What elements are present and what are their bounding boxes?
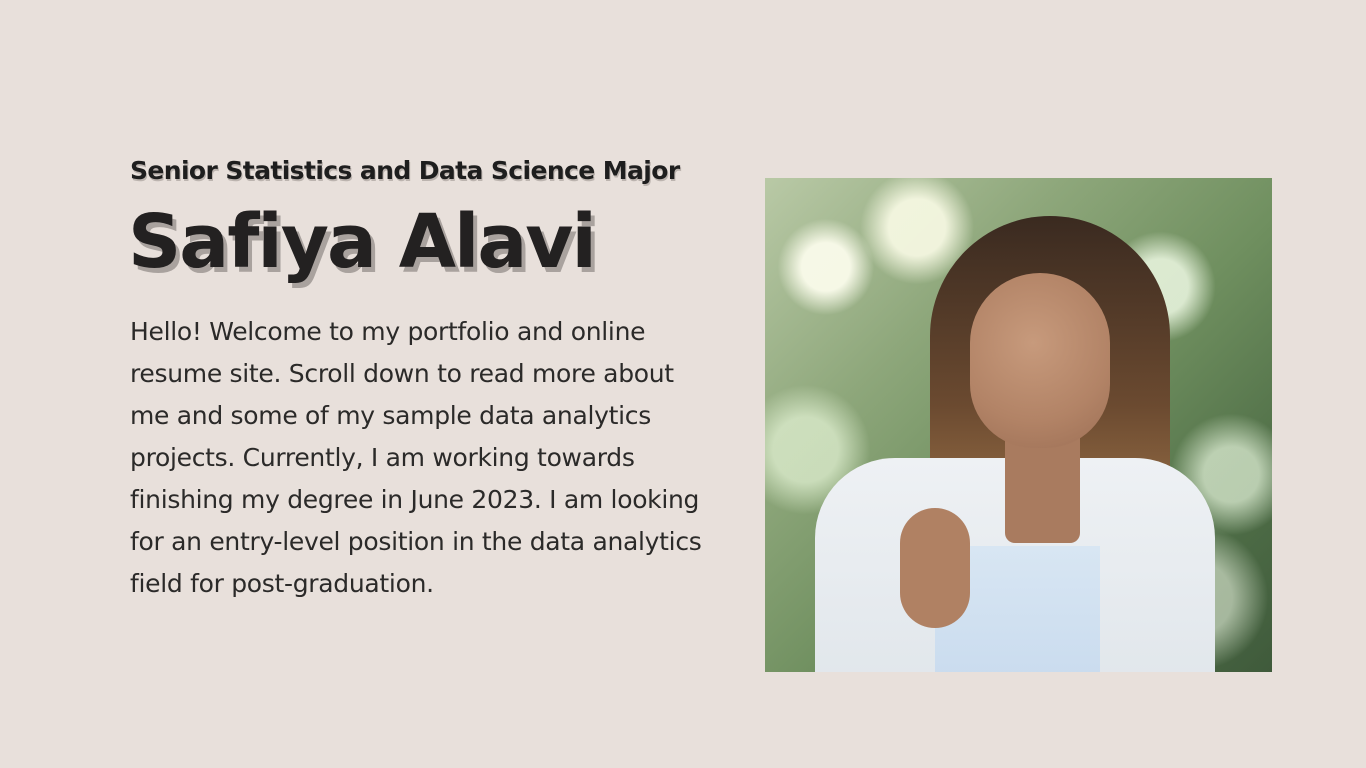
intro-paragraph: Hello! Welcome to my portfolio and onlin… — [130, 317, 702, 598]
portfolio-hero: Senior Statistics and Data Science Major… — [0, 0, 1366, 768]
profile-photo — [765, 178, 1272, 672]
photo-face-shape — [970, 273, 1110, 448]
subtitle: Senior Statistics and Data Science Major — [130, 156, 680, 185]
page-title: Safiya Alavi — [128, 199, 597, 285]
photo-hand-shape — [900, 508, 970, 628]
